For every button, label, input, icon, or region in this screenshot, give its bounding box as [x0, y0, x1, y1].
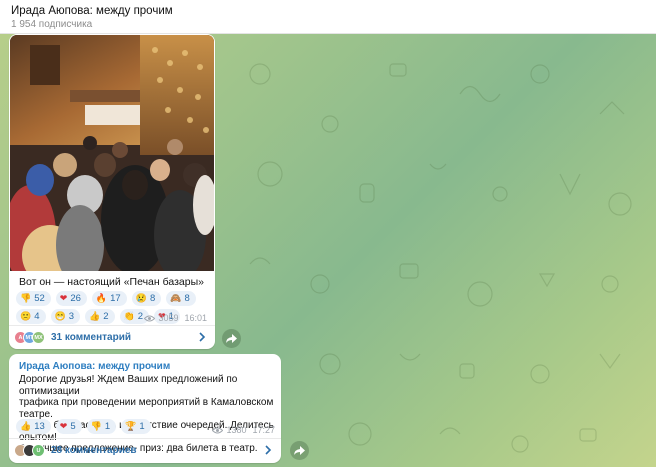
views-eye-icon: [212, 427, 224, 433]
reaction-count: 2: [103, 311, 109, 322]
forward-button[interactable]: [290, 441, 309, 460]
comments-link[interactable]: A MT MX 31 комментарий: [9, 325, 215, 349]
chevron-right-icon: [265, 445, 272, 455]
thumbs-down-icon: 👎: [90, 421, 102, 431]
views-eye-icon: [144, 315, 156, 321]
post-meta: 3059 16:01: [144, 313, 207, 323]
reaction-heart[interactable]: ❤ 5: [55, 419, 82, 434]
heart-icon: ❤: [59, 421, 68, 431]
reaction-count: 2: [137, 311, 144, 322]
views-count: 3059: [158, 313, 179, 323]
heart-icon: ❤: [59, 293, 68, 303]
fire-icon: 🔥: [95, 293, 108, 303]
reaction-thumbs-up[interactable]: 👍 13: [16, 419, 51, 434]
reaction-count: 1: [104, 421, 111, 432]
comments-count: 28 комментариев: [51, 445, 137, 456]
avatar: U: [32, 444, 45, 457]
thumbs-up-icon: 👍: [89, 311, 101, 321]
reaction-crying-face[interactable]: 😢 8: [131, 291, 162, 306]
comments-link[interactable]: U 28 комментариев: [9, 438, 281, 462]
reaction-thumbs-down[interactable]: 👎 52: [16, 291, 51, 306]
post-caption: Вот он — настоящий «Печан базары»: [19, 276, 204, 288]
clapping-hands-icon: 👏: [123, 311, 135, 321]
crying-face-icon: 😢: [135, 293, 147, 303]
forward-button[interactable]: [222, 329, 241, 348]
post-time: 16:01: [184, 313, 207, 323]
reaction-frowning-face[interactable]: 🙁 4: [16, 309, 46, 324]
message-line: Дорогие друзья! Ждем Ваших предложений п…: [19, 374, 238, 397]
thumbs-up-icon: 👍: [20, 421, 32, 431]
crowd-photo-image: [10, 35, 214, 271]
share-arrow-icon: [226, 334, 237, 343]
subscriber-count: 1 954 подписчика: [11, 19, 93, 30]
avatar: MX: [32, 331, 45, 344]
thumbs-down-icon: 👎: [20, 293, 32, 303]
reaction-count: 8: [149, 293, 156, 304]
reaction-count: 13: [34, 421, 45, 432]
reaction-count: 26: [70, 293, 81, 304]
commenter-avatars: U: [14, 444, 45, 457]
reaction-grinning-face[interactable]: 😁 3: [50, 309, 81, 324]
reaction-thumbs-down[interactable]: 👎 1: [86, 419, 117, 434]
monkey-face-icon: 🙈: [170, 293, 182, 303]
reaction-count: 3: [68, 311, 75, 322]
reaction-count: 52: [34, 293, 45, 304]
views-count: 1380: [226, 425, 247, 435]
chevron-right-icon: [199, 332, 206, 342]
reaction-fire[interactable]: 🔥 17: [91, 291, 127, 306]
post-text-message[interactable]: Ирада Аюпова: между прочим Дорогие друзь…: [9, 354, 281, 463]
post-photo-message[interactable]: Вот он — настоящий «Печан базары» 👎 52 ❤ 2…: [9, 34, 215, 349]
reaction-trophy[interactable]: 🏆 1: [121, 419, 151, 434]
trophy-icon: 🏆: [125, 421, 137, 431]
channel-header[interactable]: Ирада Аюпова: между прочим 1 954 подписч…: [0, 0, 656, 34]
reaction-thumbs-up[interactable]: 👍 2: [85, 309, 115, 324]
share-arrow-icon: [294, 446, 305, 455]
grinning-face-icon: 😁: [54, 311, 66, 321]
reaction-count: 1: [139, 421, 145, 432]
reaction-count: 17: [110, 293, 121, 304]
reaction-count: 5: [70, 421, 76, 432]
reaction-count: 8: [184, 293, 190, 304]
reaction-monkey-face[interactable]: 🙈 8: [166, 291, 196, 306]
channel-title: Ирада Аюпова: между прочим: [11, 5, 173, 17]
reactions-bar: 👍 13 ❤ 5 👎 1 🏆 1: [16, 419, 151, 434]
comments-count: 31 комментарий: [51, 332, 132, 343]
reaction-count: 4: [34, 311, 40, 322]
reaction-heart[interactable]: ❤ 26: [55, 291, 87, 306]
post-time: 17:27: [252, 425, 275, 435]
post-meta: 1380 17:27: [212, 425, 275, 435]
commenter-avatars: A MT MX: [14, 331, 45, 344]
message-sender: Ирада Аюпова: между прочим: [19, 361, 171, 372]
frowning-face-icon: 🙁: [20, 311, 32, 321]
message-line: трафика при проведении мероприятий в Кам…: [19, 397, 274, 420]
post-photo[interactable]: [10, 35, 214, 271]
